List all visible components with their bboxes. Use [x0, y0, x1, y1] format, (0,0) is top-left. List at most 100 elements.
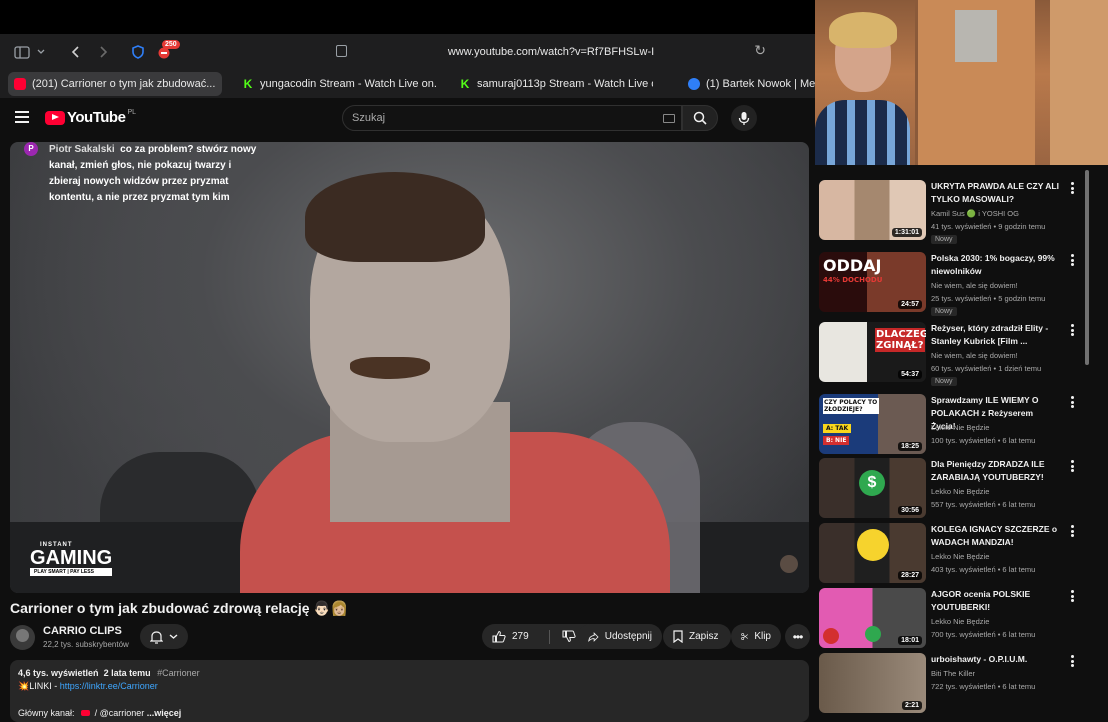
thumbs-up-icon[interactable]: [492, 630, 506, 643]
thumbs-down-icon: [823, 628, 839, 644]
channel-watermark[interactable]: [780, 555, 798, 573]
kick-icon: K: [460, 77, 470, 91]
tab-kick-yungacodin[interactable]: K yungacodin Stream - Watch Live on...: [236, 72, 436, 96]
show-more-button[interactable]: ...więcej: [147, 708, 182, 718]
voice-search-button[interactable]: [731, 105, 757, 131]
channel-name[interactable]: Biti The Killer: [931, 669, 975, 678]
video-title[interactable]: AJGOR ocenia POLSKIE YOUTUBERKI!: [931, 588, 1059, 614]
description-box[interactable]: 4,6 tys. wyświetleń 2 lata temu #Carrion…: [10, 660, 809, 722]
video-title[interactable]: KOLEGA IGNACY SZCZERZE o WADACH MANDZIA!: [931, 523, 1059, 549]
chat-author: Piotr Sakalski: [49, 144, 115, 155]
chevron-right-icon: [100, 46, 108, 58]
tab-label: (1) Bartek Nowok | Messe: [706, 78, 815, 90]
video-title[interactable]: Dla Pieniędzy ZDRADZA ILE ZARABIAJĄ YOUT…: [931, 458, 1059, 484]
search-button[interactable]: [682, 105, 718, 131]
dollar-icon: $: [859, 470, 885, 496]
tab-messenger[interactable]: (1) Bartek Nowok | Messe: [682, 72, 815, 96]
address-bar[interactable]: www.youtube.com/watch?v=Rf7BFHSLw-I ↻: [336, 42, 766, 62]
notifications-button[interactable]: [140, 624, 188, 649]
back-button[interactable]: [70, 42, 82, 62]
channel-name[interactable]: Kamil Sus 🟢 i YOSHI OG: [931, 209, 1019, 218]
more-actions-button[interactable]: •••: [785, 624, 810, 649]
keyboard-icon[interactable]: [663, 114, 675, 123]
forward-button[interactable]: [97, 42, 109, 62]
video-thumbnail[interactable]: DLACZEGO ZGINĄŁ? 54:37: [819, 322, 926, 382]
more-vertical-icon[interactable]: [1071, 396, 1075, 408]
chevron-down-icon: [169, 634, 178, 639]
youtube-logo[interactable]: YouTube PL: [45, 109, 136, 126]
more-vertical-icon[interactable]: [1071, 590, 1075, 602]
channel-name[interactable]: Nie wiem, ale się dowiem!: [931, 281, 1018, 290]
search-input[interactable]: Szukaj: [342, 105, 682, 131]
video-thumbnail[interactable]: 2:21: [819, 653, 926, 713]
notification-badge: 250: [162, 40, 180, 49]
more-vertical-icon[interactable]: [1071, 655, 1075, 667]
channel-name[interactable]: Lekko Nie Będzie: [931, 552, 989, 561]
subscriber-count: 22,2 tys. subskrybentów: [43, 640, 129, 649]
like-count[interactable]: 279: [512, 631, 529, 642]
video-thumbnail[interactable]: 28:27: [819, 523, 926, 583]
main-channel-link[interactable]: / @carrioner: [95, 708, 145, 718]
youtube-icon: [14, 78, 26, 90]
channel-name[interactable]: CARRIO CLIPS: [43, 625, 122, 637]
share-button[interactable]: Udostępnij: [578, 624, 662, 649]
more-vertical-icon[interactable]: [1071, 254, 1075, 266]
video-thumbnail[interactable]: 18:01: [819, 588, 926, 648]
share-icon: [588, 631, 599, 642]
upload-date: 2 lata temu: [103, 668, 151, 678]
chevron-down-icon: [37, 49, 45, 54]
video-title[interactable]: urboishawty - O.P.I.U.M.: [931, 653, 1059, 666]
sidebar-icon: [14, 45, 30, 59]
page-icon: [336, 45, 347, 57]
reload-icon[interactable]: ↻: [754, 42, 766, 59]
webcam-overlay: [815, 0, 1108, 165]
video-meta: 25 tys. wyświetleń • 5 godzin temu: [931, 294, 1046, 303]
extension-shield-button[interactable]: [131, 42, 145, 62]
recommended-video[interactable]: 28:27 KOLEGA IGNACY SZCZERZE o WADACH MA…: [819, 523, 1079, 583]
channel-name[interactable]: Lekko Nie Będzie: [931, 617, 989, 626]
video-title[interactable]: Reżyser, który zdradził Elity - Stanley …: [931, 322, 1059, 348]
video-meta: 60 tys. wyświetleń • 1 dzień temu: [931, 364, 1042, 373]
kick-icon: K: [243, 77, 253, 91]
channel-avatar[interactable]: [10, 625, 35, 650]
more-vertical-icon[interactable]: [1071, 324, 1075, 336]
video-thumbnail[interactable]: 1:31:01: [819, 180, 926, 240]
thumbs-down-icon[interactable]: [562, 630, 576, 643]
linktree-link[interactable]: https://linktr.ee/Carrioner: [60, 681, 158, 691]
video-title[interactable]: UKRYTA PRAWDA ALE CZY ALI TYLKO MASOWALI…: [931, 180, 1059, 206]
video-thumbnail[interactable]: $ 30:56: [819, 458, 926, 518]
recommended-video[interactable]: 2:21 urboishawty - O.P.I.U.M. Biti The K…: [819, 653, 1079, 713]
chevron-left-icon: [71, 46, 79, 58]
video-meta: 557 tys. wyświetleń • 6 lat temu: [931, 500, 1036, 509]
tab-kick-samuraj[interactable]: K samuraj0113p Stream - Watch Live o...: [453, 72, 653, 96]
video-thumbnail[interactable]: ODDAJ 44% DOCHODU 24:57: [819, 252, 926, 312]
channel-name[interactable]: Nie wiem, ale się dowiem!: [931, 351, 1018, 360]
channel-name[interactable]: Lekko Nie Będzie: [931, 423, 989, 432]
new-badge: Nowy: [931, 377, 957, 386]
video-title[interactable]: Polska 2030: 1% bogaczy, 99% niewolników: [931, 252, 1059, 278]
menu-icon[interactable]: [15, 111, 29, 123]
recommended-video[interactable]: CZY POLACY TO ZŁODZIEJE? A: TAK B: NIE 1…: [819, 394, 1079, 454]
video-meta: 722 tys. wyświetleń • 6 lat temu: [931, 682, 1036, 691]
recommended-video[interactable]: DLACZEGO ZGINĄŁ? 54:37 Reżyser, który zd…: [819, 322, 1079, 386]
video-thumbnail[interactable]: CZY POLACY TO ZŁODZIEJE? A: TAK B: NIE 1…: [819, 394, 926, 454]
more-vertical-icon[interactable]: [1071, 460, 1075, 472]
tab-label: (201) Carrioner o tym jak zbudować...: [32, 78, 216, 90]
hashtag-link[interactable]: #Carrioner: [157, 668, 200, 678]
emoji-icon: [857, 529, 889, 561]
recommended-video[interactable]: 1:31:01 UKRYTA PRAWDA ALE CZY ALI TYLKO …: [819, 180, 1079, 244]
sidebar-toggle-button[interactable]: [14, 42, 46, 62]
scrollbar[interactable]: [1085, 170, 1089, 365]
more-vertical-icon[interactable]: [1071, 182, 1075, 194]
clip-button[interactable]: Klip: [731, 624, 781, 649]
more-vertical-icon[interactable]: [1071, 525, 1075, 537]
recommended-video[interactable]: 18:01 AJGOR ocenia POLSKIE YOUTUBERKI! L…: [819, 588, 1079, 648]
tab-youtube-video[interactable]: (201) Carrioner o tym jak zbudować...: [8, 72, 222, 96]
video-player[interactable]: P Piotr Sakalski co za problem? stwórz n…: [10, 142, 809, 593]
thumbs-up-icon: [865, 626, 881, 642]
recommended-video[interactable]: $ 30:56 Dla Pieniędzy ZDRADZA ILE ZARABI…: [819, 458, 1079, 518]
recommended-video[interactable]: ODDAJ 44% DOCHODU 24:57 Polska 2030: 1% …: [819, 252, 1079, 316]
channel-name[interactable]: Lekko Nie Będzie: [931, 487, 989, 496]
tab-bar: (201) Carrioner o tym jak zbudować... K …: [0, 70, 815, 98]
save-button[interactable]: Zapisz: [663, 624, 731, 649]
